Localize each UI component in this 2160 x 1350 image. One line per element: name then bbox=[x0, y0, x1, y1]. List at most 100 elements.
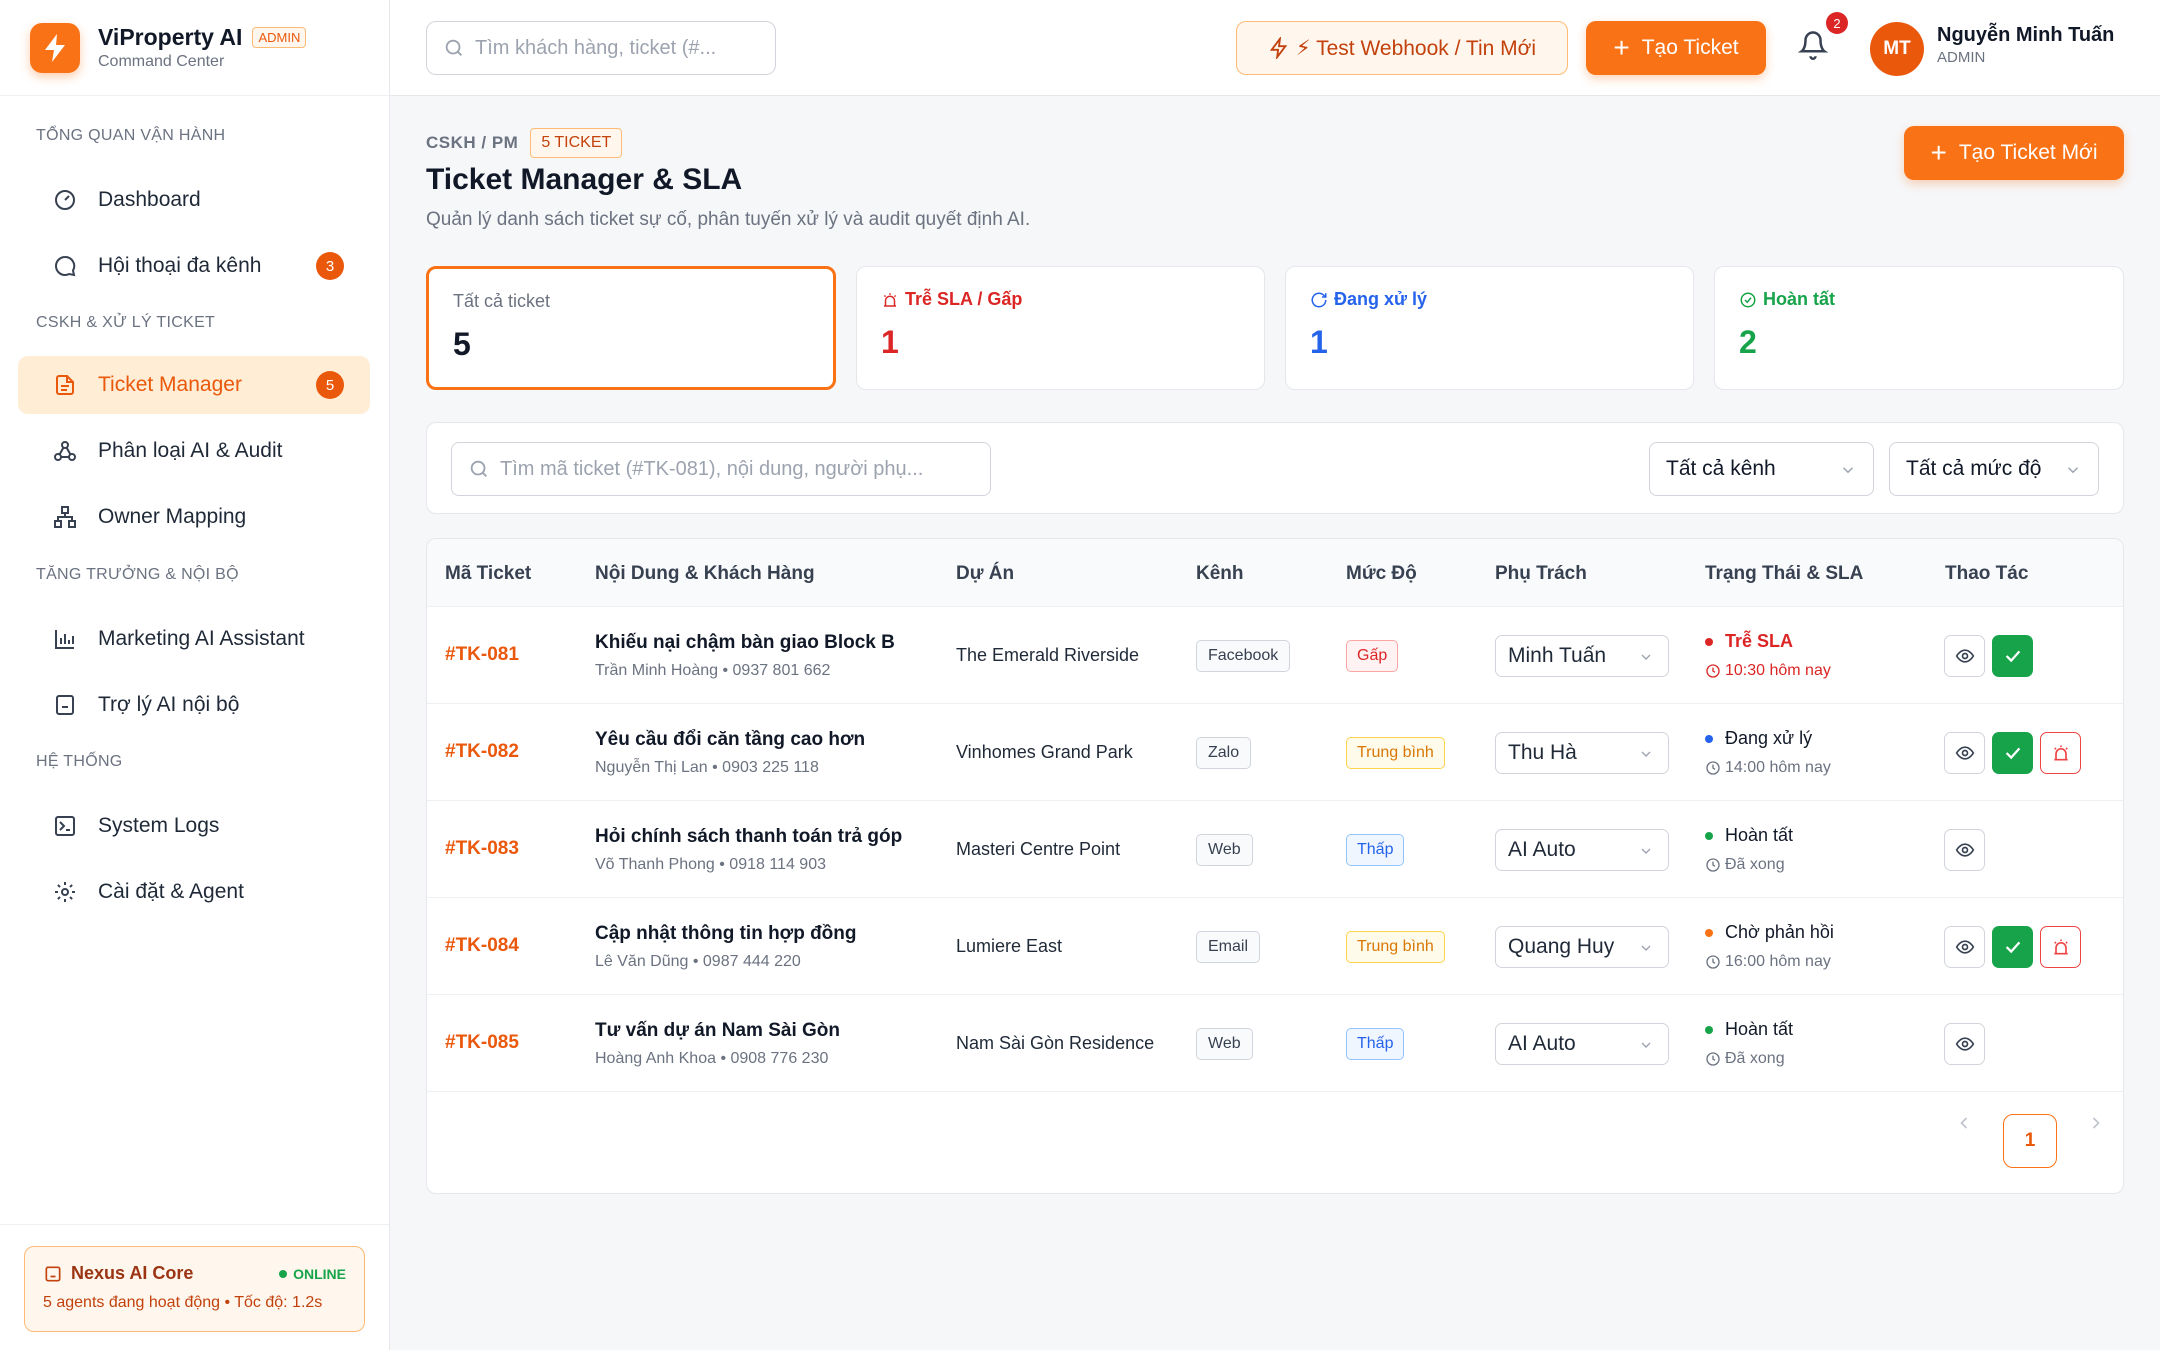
status-dot bbox=[1705, 734, 1713, 743]
brand-subtitle: Command Center bbox=[98, 53, 225, 70]
ticket-id-link[interactable]: #TK-085 bbox=[445, 1032, 519, 1054]
stat-card-overdue[interactable]: Trễ SLA / Gấp 1 bbox=[856, 266, 1265, 390]
escalate-button[interactable] bbox=[2040, 926, 2081, 968]
alarm-icon bbox=[2053, 745, 2068, 761]
sla-time: Đã xong bbox=[1705, 856, 1785, 874]
chat-icon bbox=[52, 253, 78, 279]
ticket-id-link[interactable]: #TK-081 bbox=[445, 644, 519, 666]
chevron-left-icon[interactable] bbox=[1954, 1113, 1974, 1133]
breadcrumb-text: CSKH / PM bbox=[426, 133, 519, 152]
search-placeholder: Tìm khách hàng, ticket (#... bbox=[475, 36, 717, 59]
sidebar-item-ai-audit[interactable]: Phân loại AI & Audit bbox=[18, 422, 370, 480]
sla-time: Đã xong bbox=[1705, 1050, 1785, 1068]
stat-label: Trễ SLA / Gấp bbox=[905, 289, 1023, 309]
ticket-title: Yêu cầu đổi căn tầng cao hơn bbox=[595, 729, 866, 750]
severity-filter-value: Tất cả mức độ bbox=[1906, 457, 2042, 480]
sla-time-text: 14:00 hôm nay bbox=[1725, 759, 1831, 776]
cpu-icon bbox=[43, 1264, 63, 1284]
plus-icon: + bbox=[1930, 137, 1947, 168]
test-webhook-button[interactable]: ⚡ Test Webhook / Tin Mới bbox=[1236, 21, 1568, 75]
page-number-button[interactable]: 1 bbox=[2003, 1114, 2057, 1168]
table-row[interactable]: #TK-085 Tư vấn dự án Nam Sài Gòn Hoàng A… bbox=[427, 995, 2123, 1092]
create-ticket-button[interactable]: + Tạo Ticket bbox=[1586, 21, 1766, 75]
network-icon bbox=[52, 438, 78, 464]
sidebar-item-internal-ai[interactable]: Trợ lý AI nội bộ bbox=[18, 676, 370, 734]
new-ticket-button[interactable]: + Tạo Ticket Mới bbox=[1904, 126, 2124, 180]
owner-select[interactable]: Thu Hà bbox=[1495, 732, 1669, 774]
severity-badge: Gấp bbox=[1346, 640, 1399, 672]
table-row[interactable]: #TK-081 Khiếu nại chậm bàn giao Block B … bbox=[427, 607, 2123, 704]
column-header: Trạng Thái & SLA bbox=[1705, 563, 1864, 584]
sidebar-item-label: Owner Mapping bbox=[98, 505, 247, 528]
sidebar-item-system-logs[interactable]: System Logs bbox=[18, 797, 370, 855]
view-button[interactable] bbox=[1944, 635, 1985, 677]
stat-card-done[interactable]: Hoàn tất 2 bbox=[1714, 266, 2124, 390]
stat-card-in-progress[interactable]: Đang xử lý 1 bbox=[1285, 266, 1694, 390]
view-button[interactable] bbox=[1944, 829, 1985, 871]
sidebar-item-settings[interactable]: Cài đặt & Agent bbox=[18, 863, 370, 921]
ticket-title: Cập nhật thông tin hợp đồng bbox=[595, 923, 857, 944]
admin-tag: ADMIN bbox=[252, 27, 307, 48]
owner-select[interactable]: Quang Huy bbox=[1495, 926, 1669, 968]
notification-badge: 2 bbox=[1826, 12, 1848, 34]
online-label: ONLINE bbox=[293, 1265, 346, 1282]
ticket-id-link[interactable]: #TK-083 bbox=[445, 838, 519, 860]
sla-time: 14:00 hôm nay bbox=[1705, 759, 1831, 777]
page-description: Quản lý danh sách ticket sự cố, phân tuy… bbox=[426, 209, 1031, 230]
gauge-icon bbox=[52, 187, 78, 213]
severity-filter-select[interactable]: Tất cả mức độ bbox=[1889, 442, 2099, 496]
breadcrumb: CSKH / PM 5 TICKET bbox=[426, 128, 623, 158]
avatar[interactable]: MT bbox=[1870, 22, 1924, 76]
sla-time-text: 16:00 hôm nay bbox=[1725, 953, 1831, 970]
resolve-button[interactable] bbox=[1992, 635, 2033, 677]
sidebar-item-owner-mapping[interactable]: Owner Mapping bbox=[18, 488, 370, 546]
ticket-title: Khiếu nại chậm bàn giao Block B bbox=[595, 632, 895, 653]
resolve-button[interactable] bbox=[1992, 926, 2033, 968]
channel-filter-select[interactable]: Tất cả kênh bbox=[1649, 442, 1874, 496]
stat-label: Đang xử lý bbox=[1334, 289, 1428, 309]
chevron-down-icon bbox=[1638, 649, 1654, 665]
view-button[interactable] bbox=[1944, 732, 1985, 774]
sidebar-item-marketing-ai[interactable]: Marketing AI Assistant bbox=[18, 610, 370, 668]
column-header: Phụ Trách bbox=[1495, 563, 1587, 584]
sidebar-item-dashboard[interactable]: Dashboard bbox=[18, 171, 370, 229]
status-text: Đang xử lý bbox=[1725, 728, 1813, 748]
sidebar-item-ticket-manager[interactable]: Ticket Manager 5 bbox=[18, 356, 370, 414]
brand[interactable]: ViProperty AI ADMIN Command Center bbox=[0, 0, 389, 96]
escalate-button[interactable] bbox=[2040, 732, 2081, 774]
owner-select[interactable]: AI Auto bbox=[1495, 829, 1669, 871]
view-button[interactable] bbox=[1944, 926, 1985, 968]
check-circle-icon bbox=[1739, 291, 1757, 309]
user-name[interactable]: Nguyễn Minh Tuấn bbox=[1937, 24, 2114, 47]
ticket-id-link[interactable]: #TK-082 bbox=[445, 741, 519, 763]
filter-bar: Tìm mã ticket (#TK-081), nội dung, người… bbox=[426, 422, 2124, 514]
bell-icon[interactable] bbox=[1797, 30, 1829, 60]
table-row[interactable]: #TK-084 Cập nhật thông tin hợp đồng Lê V… bbox=[427, 898, 2123, 995]
plus-icon: + bbox=[1613, 32, 1630, 63]
ticket-customer: Hoàng Anh Khoa • 0908 776 230 bbox=[595, 1050, 829, 1067]
chevron-right-icon[interactable] bbox=[2086, 1113, 2106, 1133]
stat-value: 1 bbox=[1310, 324, 1328, 360]
clock-icon bbox=[1705, 857, 1721, 873]
resolve-button[interactable] bbox=[1992, 732, 2033, 774]
owner-select[interactable]: Minh Tuấn bbox=[1495, 635, 1669, 677]
global-search-input[interactable]: Tìm khách hàng, ticket (#... bbox=[426, 21, 776, 75]
owner-value: Quang Huy bbox=[1508, 935, 1615, 958]
stat-card-all[interactable]: Tất cả ticket 5 bbox=[426, 266, 836, 390]
table-row[interactable]: #TK-083 Hỏi chính sách thanh toán trả gó… bbox=[427, 801, 2123, 898]
chevron-down-icon bbox=[1638, 843, 1654, 859]
column-header: Kênh bbox=[1196, 563, 1244, 584]
owner-select[interactable]: AI Auto bbox=[1495, 1023, 1669, 1065]
sidebar-item-label: Ticket Manager bbox=[98, 373, 242, 396]
sidebar-item-conversations[interactable]: Hội thoại đa kênh 3 bbox=[18, 237, 370, 295]
search-icon bbox=[468, 458, 490, 480]
ticket-id-link[interactable]: #TK-084 bbox=[445, 935, 519, 957]
ticket-project: Masteri Centre Point bbox=[956, 839, 1121, 859]
clock-icon bbox=[1705, 1051, 1721, 1067]
stat-value: 2 bbox=[1739, 324, 1757, 360]
ticket-search-input[interactable]: Tìm mã ticket (#TK-081), nội dung, người… bbox=[451, 442, 991, 496]
view-button[interactable] bbox=[1944, 1023, 1985, 1065]
status-text: Chờ phản hồi bbox=[1725, 922, 1834, 942]
table-row[interactable]: #TK-082 Yêu cầu đổi căn tầng cao hơn Ngu… bbox=[427, 704, 2123, 801]
sidebar-item-label: System Logs bbox=[98, 814, 220, 837]
